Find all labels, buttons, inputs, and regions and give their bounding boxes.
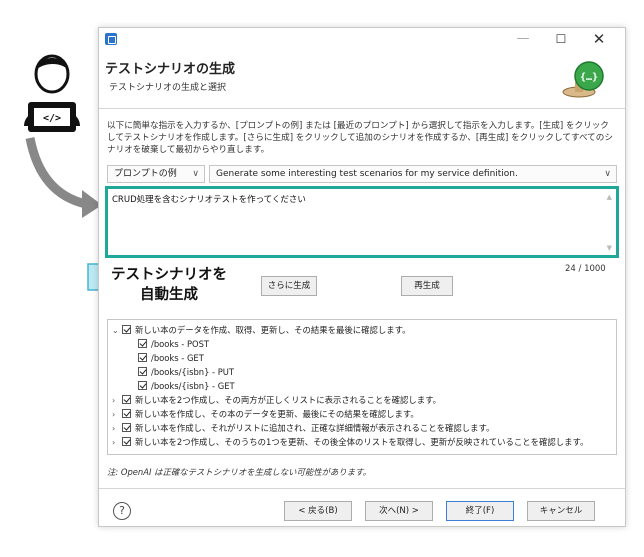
tree-item-scenario-3[interactable]: › 新しい本を作成し、その本のデータを更新、最後にその結果を確認します。 [112,407,419,421]
checkbox[interactable] [122,409,131,418]
tree-item-scenario-5[interactable]: › 新しい本を2つ作成し、そのうちの1つを更新、その後全体のリストを取得し、更新が… [112,435,588,449]
svg-text:{…}: {…} [580,72,598,83]
checkbox[interactable] [122,437,131,446]
generate-more-button[interactable]: さらに生成 [261,276,317,296]
regenerate-button[interactable]: 再生成 [401,276,453,296]
expand-chevron-icon[interactable]: › [112,408,122,422]
svg-text:</>: </> [43,113,61,124]
wizard-header: テストシナリオの生成 テストシナリオの生成と選択 {…} [99,50,625,108]
minimize-button[interactable]: — [509,29,537,49]
title-bar: — ☐ ✕ [99,28,625,50]
prompt-input-value: CRUD処理を含むシナリオテストを作ってください [112,195,306,205]
prompt-example-dropdown[interactable]: Generate some interesting test scenarios… [209,165,617,183]
tree-item-label: 新しい本を作成し、それがリストに追加され、正確な詳細情報が表示されることを確認し… [135,423,495,433]
prompt-source-label: プロンプトの例 [114,169,177,179]
checkbox[interactable] [138,381,147,390]
help-icon[interactable]: ? [113,502,131,520]
tree-item-endpoint[interactable]: /books - POST [138,337,209,351]
callout-line-1: テストシナリオを [111,267,227,283]
prompt-source-dropdown[interactable]: プロンプトの例 ∨ [107,165,205,183]
prompt-input[interactable]: CRUD処理を含むシナリオテストを作ってください ▲ ▼ [105,186,619,258]
tree-item-scenario-4[interactable]: › 新しい本を作成し、それがリストに追加され、正確な詳細情報が表示されることを確認… [112,421,494,435]
tree-item-label: 新しい本を2つ作成し、そのうちの1つを更新、その後全体のリストを取得し、更新が反… [135,437,589,447]
tree-item-label: /books/{isbn} - PUT [151,367,235,377]
scroll-up-icon[interactable]: ▲ [607,193,612,201]
expand-chevron-icon[interactable]: › [112,422,122,436]
expand-chevron-icon[interactable]: › [112,436,122,450]
ai-wizard-icon: {…} [562,61,604,98]
tree-item-endpoint[interactable]: /books/{isbn} - GET [138,379,235,393]
scenario-tree: ⌄ 新しい本のデータを作成、取得、更新し、その結果を最後に確認します。 /book… [107,319,617,455]
checkbox[interactable] [138,353,147,362]
chevron-down-icon: ∨ [604,169,611,179]
tree-item-scenario-1[interactable]: ⌄ 新しい本のデータを作成、取得、更新し、その結果を最後に確認します。 [112,323,411,337]
disclaimer-note: 注: OpenAI は正確なテストシナリオを生成しない可能性があります。 [107,467,371,477]
scroll-down-icon[interactable]: ▼ [607,244,612,252]
close-button[interactable]: ✕ [585,29,613,49]
tree-item-endpoint[interactable]: /books/{isbn} - PUT [138,365,234,379]
prompt-example-value: Generate some interesting test scenarios… [216,169,518,179]
back-button[interactable]: < 戻る(B) [284,501,352,521]
tree-item-label: 新しい本を2つ作成し、その両方が正しくリストに表示されることを確認します。 [135,395,441,405]
footer-divider [99,488,625,489]
maximize-button[interactable]: ☐ [547,29,575,49]
app-icon [105,33,117,45]
auto-generate-callout: テストシナリオを 自動生成 [86,261,252,311]
checkbox[interactable] [138,367,147,376]
tree-item-label: 新しい本を作成し、その本のデータを更新、最後にその結果を確認します。 [135,409,419,419]
checkbox[interactable] [122,325,131,334]
tree-item-label: /books - POST [151,339,210,349]
header-divider [99,108,625,109]
callout-line-2: 自動生成 [140,287,198,303]
cancel-button[interactable]: キャンセル [527,501,595,521]
tree-item-label: /books - GET [151,353,204,363]
tree-item-scenario-2[interactable]: › 新しい本を2つ作成し、その両方が正しくリストに表示されることを確認します。 [112,393,441,407]
expand-chevron-icon[interactable]: ⌄ [112,324,122,338]
curved-arrow [25,137,88,209]
expand-chevron-icon[interactable]: › [112,394,122,408]
checkbox[interactable] [122,423,131,432]
finish-button[interactable]: 終了(F) [446,501,514,521]
character-counter: 24 / 1000 [565,264,606,274]
checkbox[interactable] [138,339,147,348]
page-subtitle: テストシナリオの生成と選択 [109,83,227,93]
chevron-down-icon: ∨ [192,169,199,179]
next-button[interactable]: 次へ(N) > [365,501,433,521]
instruction-text: 以下に簡単な指示を入力するか、[プロンプトの例] または [最近のプロンプト] … [107,121,613,155]
tree-item-label: 新しい本のデータを作成、取得、更新し、その結果を最後に確認します。 [135,325,411,335]
prompt-selector-row: プロンプトの例 ∨ Generate some interesting test… [107,165,617,183]
checkbox[interactable] [122,395,131,404]
user-laptop-icon: </> [24,54,80,132]
page-title: テストシナリオの生成 [105,61,236,76]
tree-item-label: /books/{isbn} - GET [151,381,235,391]
tree-item-endpoint[interactable]: /books - GET [138,351,204,365]
